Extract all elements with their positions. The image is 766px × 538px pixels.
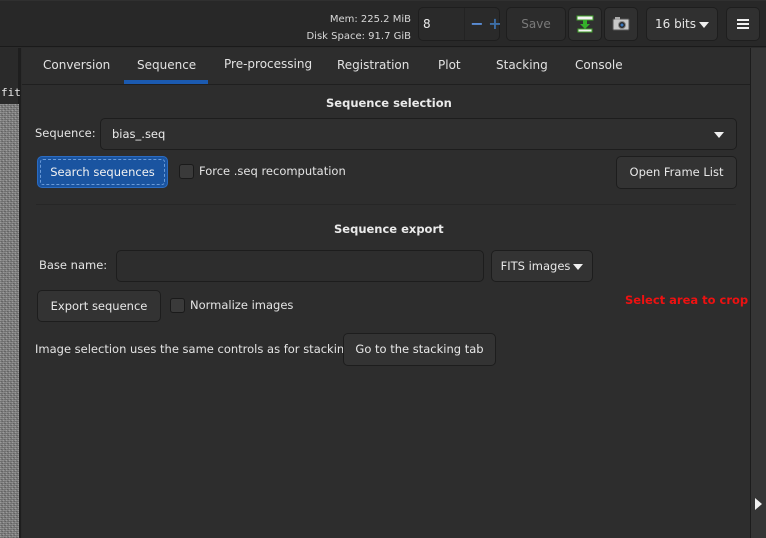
sequence-tab-content: Sequence selection Sequence: bias_.seq S… xyxy=(22,86,750,538)
search-sequences-button[interactable]: Search sequences xyxy=(37,156,168,188)
export-image-button[interactable] xyxy=(568,7,602,41)
expand-right-arrow-icon[interactable] xyxy=(755,498,762,510)
tab-pre-processing[interactable]: Pre-processing xyxy=(224,57,312,71)
tab-conversion[interactable]: Conversion xyxy=(43,58,110,72)
sequence-selection-heading: Sequence selection xyxy=(326,96,452,110)
tab-console[interactable]: Console xyxy=(575,58,623,72)
force-recomputation-label[interactable]: Force .seq recomputation xyxy=(199,164,346,178)
normalize-images-checkbox[interactable] xyxy=(170,298,185,313)
export-format-value: FITS images xyxy=(500,259,571,273)
tab-registration[interactable]: Registration xyxy=(337,58,409,72)
section-divider xyxy=(36,204,736,205)
base-name-input[interactable] xyxy=(116,250,484,282)
open-frame-list-button[interactable]: Open Frame List xyxy=(616,156,737,189)
sequence-export-heading: Sequence export xyxy=(334,222,444,236)
plus-icon[interactable]: + xyxy=(488,14,502,34)
image-preview-panel: fit xyxy=(0,48,21,538)
tab-bar: Conversion Sequence Pre-processing Regis… xyxy=(22,48,750,85)
sequence-label: Sequence: xyxy=(35,126,96,140)
disk-space: Disk Space: 91.7 GiB xyxy=(306,31,411,42)
zoom-spinbutton[interactable]: 8 − + xyxy=(418,7,502,41)
export-format-dropdown[interactable]: FITS images xyxy=(491,250,593,282)
snapshot-button[interactable] xyxy=(604,7,638,41)
spin-separator xyxy=(464,8,465,40)
go-to-stacking-tab-button[interactable]: Go to the stacking tab xyxy=(343,333,496,366)
image-selection-note: Image selection uses the same controls a… xyxy=(35,342,356,356)
sequence-value: bias_.seq xyxy=(112,127,166,141)
minus-icon[interactable]: − xyxy=(469,14,485,34)
base-name-label: Base name: xyxy=(39,258,108,272)
resource-usage: Mem: 225.2 MiB Disk Space: 91.7 GiB xyxy=(306,11,411,45)
image-filename: fit xyxy=(1,86,21,99)
memory-usage: Mem: 225.2 MiB xyxy=(329,14,411,25)
right-panel-handle[interactable] xyxy=(750,48,766,538)
chevron-down-icon xyxy=(573,263,584,270)
bit-depth-value: 16 bits xyxy=(655,17,696,31)
normalize-images-label[interactable]: Normalize images xyxy=(190,298,293,312)
header-bar: Mem: 225.2 MiB Disk Space: 91.7 GiB 8 − … xyxy=(0,0,766,47)
image-canvas[interactable] xyxy=(0,104,19,538)
force-recomputation-checkbox[interactable] xyxy=(179,164,194,179)
main-menu-button[interactable] xyxy=(726,7,760,41)
camera-snapshot-icon xyxy=(612,17,630,31)
hamburger-menu-icon xyxy=(737,19,749,29)
main-notebook: Conversion Sequence Pre-processing Regis… xyxy=(22,48,750,538)
chevron-down-icon xyxy=(699,21,709,28)
bit-depth-dropdown[interactable]: 16 bits xyxy=(646,7,718,41)
chevron-down-icon xyxy=(714,132,724,138)
tab-stacking[interactable]: Stacking xyxy=(496,58,548,72)
export-sequence-button[interactable]: Export sequence xyxy=(37,290,161,322)
crop-warning-message: Select area to crop xyxy=(625,293,749,307)
export-image-icon xyxy=(576,15,594,33)
tab-sequence[interactable]: Sequence xyxy=(123,58,209,84)
save-button[interactable]: Save xyxy=(506,7,566,41)
tab-plot[interactable]: Plot xyxy=(438,58,461,72)
sequence-combobox[interactable]: bias_.seq xyxy=(100,118,737,150)
zoom-value[interactable]: 8 xyxy=(423,17,431,31)
